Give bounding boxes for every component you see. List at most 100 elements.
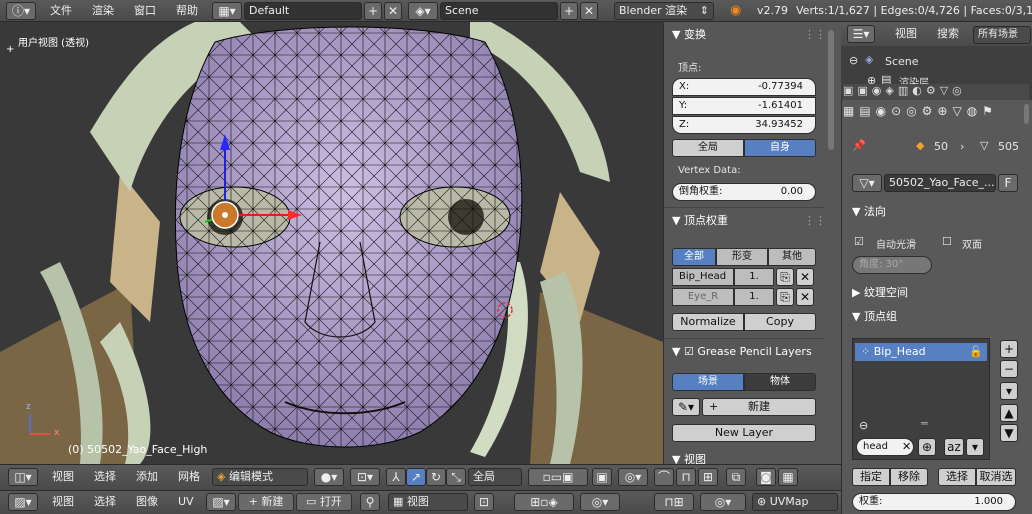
vertex-y-field[interactable]: Y: -1.61401 <box>672 97 816 115</box>
editor-type-button[interactable]: ◫▾ <box>8 468 38 486</box>
transform-header[interactable]: ▼ 变换 <box>672 25 706 45</box>
menu-help[interactable]: 帮助 <box>176 0 198 22</box>
mesh-name-field[interactable]: 50502_Yao_Face_... <box>884 174 996 192</box>
select-mode-buttons[interactable]: ▫▭▣ <box>528 468 588 486</box>
vertex-z-field[interactable]: Z: 34.93452 <box>672 116 816 134</box>
layer-button[interactable]: ⧉ <box>726 468 746 486</box>
sort-reverse-icon[interactable]: ▾ <box>966 438 984 456</box>
falloff-button[interactable]: ⌒ <box>654 468 674 486</box>
invert-filter-icon[interactable]: ⊕ <box>918 438 936 456</box>
menu-window[interactable]: 窗口 <box>134 0 156 22</box>
property-tab-icons[interactable]: ▣▣◉◈▥◐⚙▽◎ <box>843 84 966 97</box>
normals-header[interactable]: ▼ 法向 <box>852 202 886 222</box>
render-anim-button[interactable]: ▦ <box>778 468 798 486</box>
fake-user-button[interactable]: F <box>998 174 1018 192</box>
pivot-select[interactable]: ⊡▾ <box>350 468 380 486</box>
local-toggle[interactable]: 自身 <box>744 139 816 157</box>
auto-smooth-angle-field[interactable]: 角度: 30° <box>852 256 932 274</box>
menu-uv[interactable]: UV <box>178 491 194 513</box>
render-image-button[interactable]: ◙ <box>756 468 776 486</box>
copy-button[interactable]: Copy <box>744 313 816 331</box>
paste-weight-icon[interactable]: ⎘ <box>776 288 794 306</box>
move-up-button[interactable]: ▲ <box>1000 404 1018 422</box>
outliner-scene[interactable]: Scene <box>885 55 919 68</box>
group-name-bip-head[interactable]: Bip_Head <box>672 268 734 286</box>
gp-object-toggle[interactable]: 物体 <box>744 373 816 391</box>
open-image-button[interactable]: ▭ 打开 <box>296 493 352 511</box>
menu-select[interactable]: 选择 <box>94 466 116 488</box>
list-filter-toggle-icon[interactable]: ⊖ <box>859 419 868 432</box>
group-name-eye-r[interactable]: Eye_R <box>672 288 734 306</box>
pivot-button[interactable]: ⊡ <box>474 493 494 511</box>
assign-button[interactable]: 指定 <box>852 468 890 486</box>
remove-scene-button[interactable]: ✕ <box>580 2 598 20</box>
display-mode-select[interactable]: 所有场景 <box>973 26 1031 44</box>
add-scene-button[interactable]: + <box>560 2 578 20</box>
group-specials-button[interactable]: ▾ <box>1000 382 1018 400</box>
mode-select[interactable]: ◈ 编辑模式 <box>212 468 308 486</box>
snap-toggle[interactable]: ⊓ <box>676 468 696 486</box>
editor-type-button[interactable]: ⓘ▾ <box>6 2 36 20</box>
checkbox-checked-icon[interactable]: ☑ <box>684 345 697 358</box>
orientation-select[interactable]: 全局 <box>468 468 522 486</box>
outliner-type-button[interactable]: ☰▾ <box>847 25 875 43</box>
manipulator-toggle[interactable]: ⅄ <box>386 468 406 486</box>
bevel-weight-field[interactable]: 倒角权重: 0.00 <box>672 183 816 201</box>
gp-scene-toggle[interactable]: 场景 <box>672 373 744 391</box>
panel-scrollbar[interactable] <box>828 30 834 150</box>
move-down-button[interactable]: ▼ <box>1000 424 1018 442</box>
vertex-x-field[interactable]: X: -0.77394 <box>672 78 816 96</box>
remove-group-button[interactable]: − <box>1000 360 1018 378</box>
delete-weight-icon[interactable]: ✕ <box>796 288 814 306</box>
menu-file[interactable]: 文件 <box>50 0 72 22</box>
shading-select[interactable]: ●▾ <box>314 468 344 486</box>
add-group-button[interactable]: + <box>1000 340 1018 358</box>
scene-name-field[interactable]: Scene <box>440 2 558 20</box>
new-image-button[interactable]: + 新建 <box>238 493 294 511</box>
grease-pencil-header[interactable]: ▼ ☑ Grease Pencil Layers <box>672 342 812 362</box>
menu-image[interactable]: 图像 <box>136 491 158 513</box>
mesh-browse-button[interactable]: ▽▾ <box>852 174 882 192</box>
layout-name-field[interactable]: Default <box>244 2 362 20</box>
vertex-group-item[interactable]: ⁘ Bip_Head 🔓 <box>855 343 987 361</box>
render-engine-select[interactable]: Blender 渲染 ⇕ <box>614 2 714 20</box>
outliner-menu-search[interactable]: 搜索 <box>937 23 959 45</box>
uv-mode-select[interactable]: ▦ 视图 <box>388 493 468 511</box>
tab-other[interactable]: 其他 <box>768 248 816 266</box>
group-weight-eye-r[interactable]: 1. <box>734 288 774 306</box>
gp-new-button[interactable]: + 新建 <box>702 398 816 416</box>
menu-view[interactable]: 视图 <box>52 491 74 513</box>
proportional-buttons[interactable]: ◎▾ <box>700 493 746 511</box>
remove-layout-button[interactable]: ✕ <box>384 2 402 20</box>
rotate-toggle[interactable]: ↻ <box>426 468 446 486</box>
pin-image-button[interactable]: ⚲ <box>360 493 380 511</box>
properties-context-icons[interactable]: ▦▤◉⊙◎⚙⊕▽◍⚑ <box>843 104 998 118</box>
delete-weight-icon[interactable]: ✕ <box>796 268 814 286</box>
pin-icon[interactable]: 📌 <box>852 139 866 152</box>
snap-buttons[interactable]: ⊓⊞ <box>654 493 694 511</box>
props-scrollbar[interactable] <box>1024 104 1029 124</box>
clear-icon[interactable]: ✕ <box>902 440 911 453</box>
uv-select-buttons[interactable]: ⊞▫◈ <box>514 493 574 511</box>
uv-sync-buttons[interactable]: ◎▾ <box>580 493 620 511</box>
collapse-minus-icon[interactable]: ⊖ <box>849 54 858 67</box>
outliner-menu-view[interactable]: 视图 <box>895 23 917 45</box>
add-layout-button[interactable]: + <box>364 2 382 20</box>
menu-add[interactable]: 添加 <box>136 466 158 488</box>
remove-button[interactable]: 移除 <box>890 468 928 486</box>
lock-icon[interactable]: 🔓 <box>969 343 983 361</box>
menu-render[interactable]: 渲染 <box>92 0 114 22</box>
translate-toggle[interactable]: ↗ <box>406 468 426 486</box>
double-sided-checkbox[interactable]: ☐ <box>942 235 952 248</box>
tab-deform[interactable]: 形变 <box>716 248 768 266</box>
select-button[interactable]: 选择 <box>938 468 976 486</box>
global-toggle[interactable]: 全局 <box>672 139 744 157</box>
snap-element[interactable]: ⊞ <box>698 468 718 486</box>
sort-alpha-icon[interactable]: az <box>944 438 964 456</box>
image-browse-button[interactable]: ▨▾ <box>206 493 236 511</box>
list-resize-grip[interactable]: ═ <box>921 417 928 430</box>
vertex-weights-header[interactable]: ▼ 顶点权重 <box>672 211 728 231</box>
menu-select[interactable]: 选择 <box>94 491 116 513</box>
menu-view[interactable]: 视图 <box>52 466 74 488</box>
vertex-groups-header[interactable]: ▼ 顶点组 <box>852 307 897 327</box>
